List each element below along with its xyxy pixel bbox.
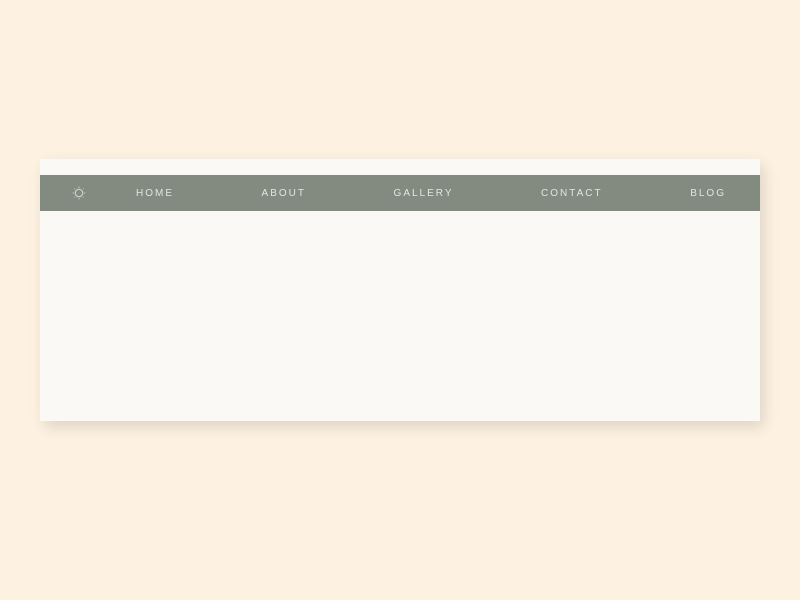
sun-outline-icon — [70, 184, 88, 202]
navbar: HOME ABOUT GALLERY CONTACT BLOG — [40, 175, 760, 211]
nav-contact[interactable]: CONTACT — [541, 188, 603, 199]
nav-home[interactable]: HOME — [136, 188, 174, 199]
nav-items: HOME ABOUT GALLERY CONTACT BLOG — [136, 188, 732, 199]
page-card: HOME ABOUT GALLERY CONTACT BLOG — [40, 159, 760, 421]
nav-about[interactable]: ABOUT — [262, 188, 306, 199]
card-top-strip — [40, 159, 760, 175]
nav-gallery[interactable]: GALLERY — [394, 188, 454, 199]
nav-blog[interactable]: BLOG — [690, 188, 726, 199]
card-content — [40, 211, 760, 421]
